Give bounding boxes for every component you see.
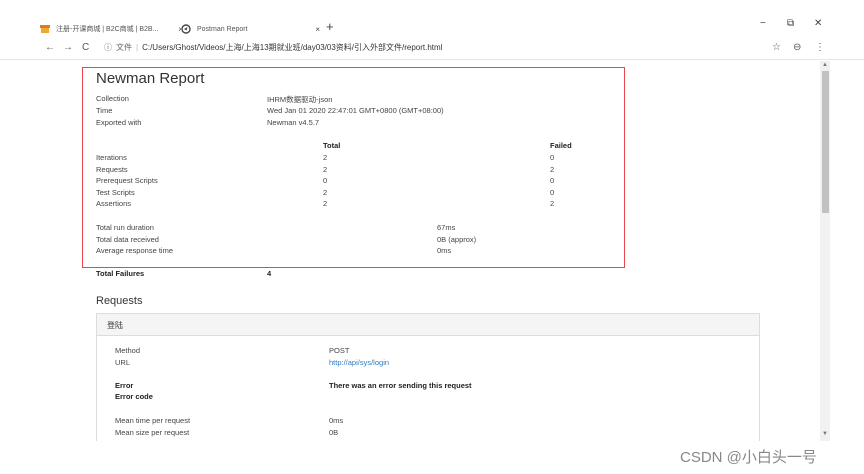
back-arrow-icon[interactable]: ← xyxy=(45,42,55,53)
time-label: Time xyxy=(96,106,113,115)
total-failures-label: Total Failures xyxy=(96,269,145,278)
stats-label: Test Scripts xyxy=(96,188,135,197)
url-separator: | xyxy=(136,43,139,52)
menu-icon[interactable]: ⋮ xyxy=(815,42,825,53)
stats-label: Prerequest Scripts xyxy=(96,176,158,185)
method-value: POST xyxy=(329,346,350,355)
forward-arrow-icon[interactable]: → xyxy=(63,42,73,53)
timing-label: Total data received xyxy=(96,235,159,244)
stats-header-total: Total xyxy=(323,141,341,150)
url-protocol: 文件 xyxy=(116,43,132,52)
stats-label: Requests xyxy=(96,165,128,174)
total-failures-value: 4 xyxy=(267,269,272,278)
request-panel: 登陆 xyxy=(96,313,760,441)
stats-failed: 0 xyxy=(550,153,555,162)
scroll-up-icon[interactable]: ▲ xyxy=(822,62,828,68)
stats-label: Iterations xyxy=(96,153,127,162)
maximize-button[interactable]: ⧉ xyxy=(787,18,794,29)
stats-failed: 0 xyxy=(550,176,555,185)
stats-total: 0 xyxy=(323,176,328,185)
scroll-down-icon[interactable]: ▼ xyxy=(822,431,828,437)
close-window-button[interactable]: ✕ xyxy=(814,18,822,29)
minimize-button[interactable]: − xyxy=(760,18,766,29)
stats-total: 2 xyxy=(323,153,328,162)
reload-icon[interactable]: C xyxy=(82,42,89,53)
report-title: Newman Report xyxy=(96,70,205,87)
mean-time-value: 0ms xyxy=(329,416,344,425)
stats-failed: 2 xyxy=(550,165,555,174)
timing-label: Average response time xyxy=(96,246,173,255)
postman-favicon-icon xyxy=(181,24,191,34)
method-label: Method xyxy=(115,346,141,355)
stats-header-failed: Failed xyxy=(550,141,572,150)
url-label: URL xyxy=(115,358,131,367)
timing-value: 0ms xyxy=(437,246,452,255)
scrollbar-thumb[interactable] xyxy=(822,71,829,213)
collection-value: IHRM数据驱动-json xyxy=(267,95,333,104)
time-value: Wed Jan 01 2020 22:47:01 GMT+0800 (GMT+0… xyxy=(267,106,444,115)
page-viewport: Newman Report Collection IHRM数据驱动-json T… xyxy=(0,61,820,441)
error-value: There was an error sending this request xyxy=(329,381,472,390)
stats-failed: 2 xyxy=(550,199,555,208)
tab-shop[interactable]: 注册-开课商城 | B2C商城 | B2B... × xyxy=(40,20,183,38)
info-icon[interactable]: ⓘ xyxy=(104,42,112,53)
request-header[interactable]: 登陆 xyxy=(97,314,759,336)
stats-label: Assertions xyxy=(96,199,132,208)
stats-total: 2 xyxy=(323,199,328,208)
tab-title: Postman Report xyxy=(197,25,248,33)
tab-postman-report[interactable]: Postman Report × xyxy=(181,20,320,38)
mean-time-label: Mean time per request xyxy=(115,416,191,425)
stats-total: 2 xyxy=(323,165,328,174)
address-bar: ← → C ⓘ 文件 | C:/Users/Ghost/Videos/上海/上海… xyxy=(0,38,864,60)
timing-value: 0B (approx) xyxy=(437,235,477,244)
highlight-box xyxy=(82,67,625,268)
tab-bar: 注册-开课商城 | B2C商城 | B2B... × Postman Repor… xyxy=(0,0,864,38)
stats-total: 2 xyxy=(323,188,328,197)
timing-label: Total run duration xyxy=(96,223,154,232)
stats-failed: 0 xyxy=(550,188,555,197)
error-label: Error xyxy=(115,381,134,390)
mean-size-value: 0B xyxy=(329,428,339,437)
request-url-link[interactable]: http://api/sys/login xyxy=(329,358,389,367)
shop-favicon-icon xyxy=(40,25,50,33)
requests-title: Requests xyxy=(96,295,143,307)
tab-title: 注册-开课商城 | B2C商城 | B2B... xyxy=(56,26,159,33)
profile-icon[interactable]: ⊖ xyxy=(793,42,801,53)
watermark: CSDN @小白头一号 xyxy=(680,449,817,466)
url-field[interactable]: ⓘ 文件 | C:/Users/Ghost/Videos/上海/上海13期就业班… xyxy=(104,42,442,53)
new-tab-button[interactable]: + xyxy=(326,19,334,34)
error-code-label: Error code xyxy=(115,392,153,401)
request-name: 登陆 xyxy=(107,321,123,330)
exported-label: Exported with xyxy=(96,118,142,127)
url-text[interactable]: C:/Users/Ghost/Videos/上海/上海13期就业班/day03/… xyxy=(142,42,442,53)
timing-value: 67ms xyxy=(437,223,456,232)
tab-close-icon[interactable]: × xyxy=(315,25,320,34)
exported-value: Newman v4.5.7 xyxy=(267,118,320,127)
bookmark-star-icon[interactable]: ☆ xyxy=(772,42,781,53)
collection-label: Collection xyxy=(96,94,129,103)
mean-size-label: Mean size per request xyxy=(115,428,190,437)
